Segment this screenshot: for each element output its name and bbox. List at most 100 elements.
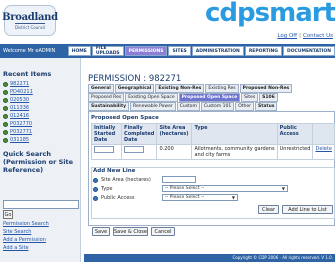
- public-access-label: Public Access: [101, 195, 135, 201]
- tab-sites[interactable]: Sites: [241, 93, 259, 102]
- save-close-button[interactable]: Save & Close: [113, 227, 148, 236]
- brand-logo: cdpsmart: [205, 0, 335, 28]
- tab-custom-101[interactable]: Custom 101: [200, 102, 235, 111]
- recent-item-link[interactable]: 011336: [10, 105, 29, 111]
- permission-icon: [3, 137, 8, 143]
- quick-search-title: Quick Search (Permission or Site Referen…: [3, 150, 74, 174]
- top-links: Log Off | Contact Us: [277, 33, 333, 39]
- tab-custom[interactable]: Custom: [176, 102, 200, 111]
- recent-item-link[interactable]: 020530: [10, 97, 29, 103]
- main-nav: HOME FILE UPLOADS PERMISSIONS SITES ADMI…: [67, 46, 335, 56]
- recent-item[interactable]: 982271: [0, 80, 80, 88]
- clear-button[interactable]: Clear: [258, 205, 279, 214]
- public-access-select[interactable]: -- Please Select -- ▼: [162, 194, 238, 201]
- column-header: [312, 123, 335, 145]
- column-header: Public Access: [276, 123, 314, 145]
- delete-link[interactable]: Delete: [315, 146, 331, 152]
- permission-icon: [3, 89, 8, 95]
- recent-item[interactable]: 031185: [0, 136, 80, 144]
- log-off-link[interactable]: Log Off: [277, 33, 297, 39]
- nav-administration[interactable]: ADMINISTRATION: [191, 46, 244, 56]
- nav-permissions[interactable]: PERMISSIONS: [124, 46, 168, 56]
- tab-renewable-power[interactable]: Renewable Power: [130, 102, 176, 111]
- nav-home[interactable]: HOME: [67, 46, 91, 56]
- tab-existing-open-space[interactable]: Existing Open Space: [125, 93, 178, 102]
- table-row: 0.200 Allotments, community gardens and …: [90, 144, 335, 160]
- tab-row-3: Sustainability Renewable Power Custom Cu…: [88, 102, 278, 111]
- column-header: Initially Started Date: [90, 123, 123, 145]
- nav-reporting[interactable]: REPORTING: [244, 46, 282, 56]
- recent-item[interactable]: P032771: [0, 128, 80, 136]
- permission-icon: [3, 97, 8, 103]
- contact-us-link[interactable]: Contact Us: [303, 33, 333, 39]
- recent-item[interactable]: PD40211: [0, 88, 80, 96]
- permission-search-link[interactable]: Permission Search: [0, 220, 80, 228]
- started-date-input[interactable]: [94, 146, 114, 153]
- recent-item-link[interactable]: P032770: [10, 121, 32, 127]
- tab-existing-res[interactable]: Existing Res: [205, 84, 239, 93]
- nav-file-uploads[interactable]: FILE UPLOADS: [91, 46, 124, 56]
- recent-item-link[interactable]: 031185: [10, 137, 29, 143]
- type-label: Type: [101, 186, 113, 192]
- logo-subtext: District Council: [14, 22, 46, 30]
- go-button[interactable]: Go: [3, 210, 13, 219]
- type-row: Type: [93, 185, 112, 193]
- add-permission-link[interactable]: Add a Permission: [0, 236, 80, 244]
- public-access-select-value: -- Please Select --: [165, 195, 205, 200]
- tab-sustainability[interactable]: Sustainability: [88, 102, 130, 111]
- recent-item-link[interactable]: 982271: [10, 81, 29, 87]
- permission-icon: [3, 105, 8, 111]
- delete-cell: Delete: [312, 144, 335, 160]
- site-search-link[interactable]: Site Search: [0, 228, 80, 236]
- started-date-cell: [90, 144, 123, 160]
- tab-general[interactable]: General: [88, 84, 114, 93]
- tab-proposed-open-space[interactable]: Proposed Open Space: [178, 93, 241, 102]
- site-area-input[interactable]: [162, 176, 196, 183]
- add-site-link[interactable]: Add a Site: [0, 244, 80, 252]
- completed-date-input[interactable]: [124, 146, 145, 153]
- type-select[interactable]: -- Please Select -- ▼: [162, 185, 288, 192]
- table-header-row: Initially Started Date Finally Completed…: [90, 123, 335, 145]
- recent-item-link[interactable]: P032771: [10, 129, 32, 135]
- link-separator: |: [299, 33, 301, 39]
- recent-item[interactable]: P032770: [0, 120, 80, 128]
- recent-item[interactable]: 011336: [0, 104, 80, 112]
- open-space-table: Initially Started Date Finally Completed…: [90, 123, 335, 160]
- tab-other[interactable]: Other: [235, 102, 254, 111]
- column-header: Type: [191, 123, 278, 145]
- type-cell: Allotments, community gardens and city f…: [191, 144, 278, 160]
- access-cell: Unrestricted: [276, 144, 314, 160]
- recent-item[interactable]: 012416: [0, 112, 80, 120]
- site-area-row: Site Area (hectares): [93, 176, 151, 184]
- quick-search-input[interactable]: [3, 200, 79, 209]
- chevron-down-icon: ▼: [231, 195, 235, 200]
- add-new-line-title: Add New Line: [93, 168, 136, 174]
- completed-date-cell: [121, 144, 158, 160]
- recent-item-link[interactable]: 012416: [10, 113, 29, 119]
- nav-bar: Welcome Mr eADMIN HOME FILE UPLOADS PERM…: [0, 44, 335, 58]
- tab-proposed-non-res[interactable]: Proposed Non-Res: [239, 84, 293, 93]
- nav-documentation[interactable]: DOCUMENTATION: [282, 46, 335, 56]
- tab-proposed-res[interactable]: Proposed Res: [88, 93, 125, 102]
- cancel-button[interactable]: Cancel: [151, 227, 175, 236]
- panel-title: Proposed Open Space: [91, 115, 159, 121]
- save-button[interactable]: Save: [92, 227, 110, 236]
- welcome-text: Welcome Mr eADMIN: [3, 48, 56, 54]
- tab-status[interactable]: Status: [255, 102, 278, 111]
- tab-geographical[interactable]: Geographical: [114, 84, 155, 93]
- column-header: Finally Completed Date: [121, 123, 158, 145]
- site-area-label: Site Area (hectares): [101, 177, 151, 183]
- logo-text: Broadland: [2, 11, 58, 23]
- chevron-down-icon: ▼: [281, 186, 285, 191]
- nav-sites[interactable]: SITES: [168, 46, 191, 56]
- tab-existing-non-res[interactable]: Existing Non-Res: [155, 84, 205, 93]
- page-title: PERMISSION : 982271: [88, 74, 182, 84]
- field-icon: [93, 177, 98, 183]
- recent-items-title: Recent Items: [3, 70, 52, 78]
- recent-item[interactable]: 020530: [0, 96, 80, 104]
- tab-s106[interactable]: S106: [259, 93, 278, 102]
- sidebar-links: Permission Search Site Search Add a Perm…: [0, 220, 80, 252]
- council-logo[interactable]: Broadland District Council: [2, 5, 58, 36]
- add-line-button[interactable]: Add Line to List: [282, 205, 333, 214]
- recent-item-link[interactable]: PD40211: [10, 89, 33, 95]
